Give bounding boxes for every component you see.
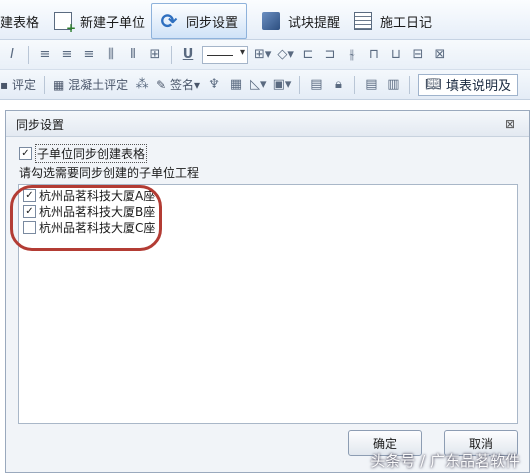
ribbon-tab-row: 建表格 新建子单位 ⟳ 同步设置 试块提醒 施工日记 [0, 0, 530, 40]
instruction-text: 请勾选需要同步创建的子单位工程 [19, 166, 200, 180]
toolbar-separator [299, 75, 301, 94]
merge-cells-icon[interactable]: ⊞ [147, 44, 163, 66]
checkbox-checked-icon[interactable]: ✓ [23, 205, 36, 218]
book-icon: 📖︎ [425, 77, 447, 92]
subunit-list[interactable]: ✓ 杭州品茗科技大厦A座 ✓ 杭州品茗科技大厦B座 杭州品茗科技大厦C座 [18, 184, 518, 424]
image-icon[interactable]: ▣▾ [273, 74, 292, 96]
create-table-checkbox[interactable]: ✓ 子单位同步创建表格 [19, 144, 148, 163]
italic-icon[interactable]: I [4, 44, 20, 66]
toolbar-separator [43, 75, 45, 94]
distribute-icon[interactable]: ⫼ [103, 44, 119, 66]
line-style-dropdown[interactable] [202, 45, 248, 64]
format-toolbar: I ≡ ≡ ≡ ⫼ ⫴ ⊞ U ⊞▾ ◇▾ ⊏ ⊐ ⫳ ⊓ ⊔ ⊟ ⊠ [0, 40, 530, 70]
list-item-building-b[interactable]: ✓ 杭州品茗科技大厦B座 [23, 203, 155, 220]
toolbar-separator [409, 75, 411, 94]
sync-settings-dialog: 同步设置 ⊠ ✓ 子单位同步创建表格 请勾选需要同步创建的子单位工程 ✓ 杭州品… [5, 110, 530, 473]
dialog-title-bar: 同步设置 ⊠ [6, 111, 529, 137]
ribbon-tab-label: 同步设置 [186, 15, 239, 31]
document-icon[interactable]: ▤ [308, 74, 324, 96]
list-item-label: 杭州品茗科技大厦B座 [39, 205, 156, 219]
toolbar-separator [28, 45, 29, 64]
ribbon-tab-new-subunit[interactable]: 新建子单位 [54, 4, 145, 38]
sync-icon: ⟳ [160, 9, 178, 33]
align-left-icon[interactable]: ≡ [37, 44, 53, 66]
test-block-icon [262, 12, 280, 30]
split-cells-icon[interactable]: ⊟ [410, 44, 426, 66]
checkbox-checked-icon[interactable]: ✓ [23, 189, 36, 202]
list-item-building-c[interactable]: 杭州品茗科技大厦C座 [23, 219, 155, 236]
insert-cells-icon[interactable]: ⊠ [432, 44, 448, 66]
insert-column-left-icon[interactable]: ⊏ [300, 44, 316, 66]
close-icon[interactable]: ⊠ [503, 117, 517, 131]
dialog-title: 同步设置 [16, 118, 65, 132]
delete-row-icon[interactable]: ⊔ [388, 44, 404, 66]
diary-icon [354, 12, 372, 30]
ribbon-tab-test-block-reminder[interactable]: 试块提醒 [262, 4, 340, 38]
review-icon: ▪ [0, 77, 12, 92]
formula-icon[interactable]: ⁂ [134, 74, 150, 96]
toolbar-separator [354, 75, 356, 94]
diagonal-line-icon[interactable]: ◺▾ [250, 74, 267, 96]
list-item-label: 杭州品茗科技大厦C座 [39, 221, 156, 235]
insert-column-right-icon[interactable]: ⊐ [322, 44, 338, 66]
edit-toolbar: ▪ 评定 ▦ 混凝土评定 ⁂ ✎ 签名 ▾ ♆ ▦ ◺▾ ▣▾ ▤ 🔒︎ ▤ ▥… [0, 70, 530, 100]
border-icon[interactable]: ⊞▾ [254, 44, 271, 66]
list-icon[interactable]: ▤ [363, 74, 379, 96]
fill-instructions-label: 填表说明及 [446, 79, 512, 94]
create-table-label: 子单位同步创建表格 [35, 144, 148, 163]
calculator-icon: ▦ [52, 77, 69, 92]
fill-instructions-button[interactable]: 📖︎ 填表说明及 [418, 73, 519, 96]
review-label: 评定 [11, 78, 36, 92]
eraser-icon[interactable]: ◇▾ [277, 44, 294, 66]
pen-icon: ✎ [156, 77, 171, 92]
concrete-evaluation-label: 混凝土评定 [68, 78, 129, 92]
sign-label: 签名 [170, 78, 195, 92]
ribbon-tab-label: 试块提醒 [288, 15, 341, 31]
column-icon[interactable]: ⫴ [125, 44, 141, 66]
underline-icon[interactable]: U [180, 44, 196, 66]
checkbox-unchecked-icon[interactable] [23, 221, 36, 234]
align-center-icon[interactable]: ≡ [59, 44, 75, 66]
watermark: 头条号 / 广东品茗软件 [370, 452, 520, 470]
lock-icon[interactable]: 🔒︎ [330, 74, 346, 96]
ribbon-tab-create-table[interactable]: 建表格 [0, 4, 39, 38]
insert-row-icon[interactable]: ⊓ [366, 44, 382, 66]
toolbar-separator [171, 45, 172, 64]
sign-button[interactable]: ✎ 签名 ▾ [156, 74, 200, 96]
ribbon-tab-sync-settings[interactable]: ⟳ 同步设置 [151, 3, 248, 39]
ribbon-tab-label: 施工日记 [380, 15, 433, 31]
column-width-icon[interactable]: ⫳ [344, 44, 360, 66]
checkbox-checked-icon[interactable]: ✓ [19, 147, 32, 160]
ribbon-tab-label: 建表格 [0, 15, 40, 31]
review-button[interactable]: ▪ 评定 [0, 74, 36, 96]
grid-icon[interactable]: ▦ [228, 74, 244, 96]
align-right-icon[interactable]: ≡ [81, 44, 97, 66]
ribbon-tab-label: 新建子单位 [80, 15, 146, 31]
new-subunit-icon [54, 12, 76, 35]
print-icon[interactable]: ▥ [385, 74, 401, 96]
concrete-evaluation-button[interactable]: ▦ 混凝土评定 [53, 74, 128, 96]
list-item-building-a[interactable]: ✓ 杭州品茗科技大厦A座 [23, 187, 155, 204]
list-item-label: 杭州品茗科技大厦A座 [39, 189, 156, 203]
stamp-icon[interactable]: ♆ [206, 74, 222, 96]
ribbon-tab-construction-diary[interactable]: 施工日记 [354, 4, 432, 38]
chevron-down-icon: ▾ [194, 77, 201, 92]
